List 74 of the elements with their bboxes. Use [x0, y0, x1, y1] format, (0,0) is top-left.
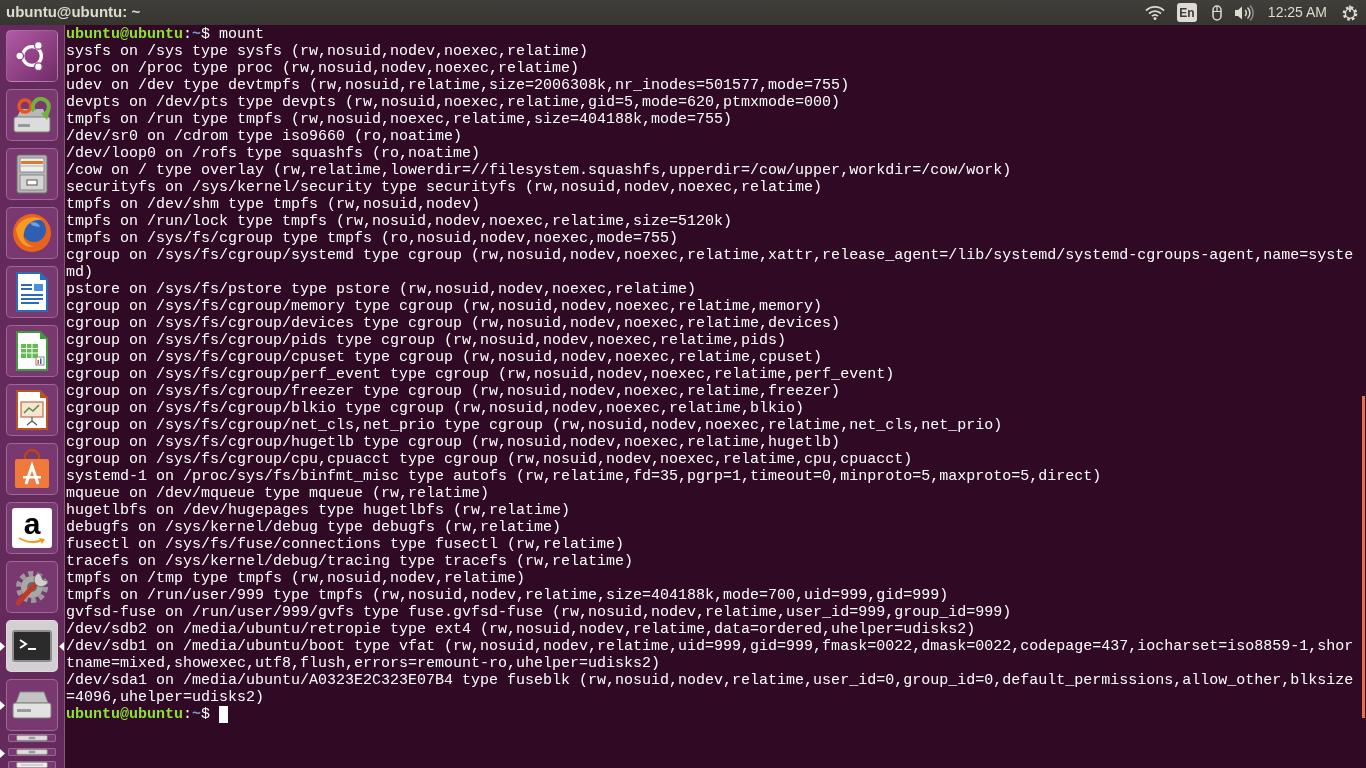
output-line: tracefs on /sys/kernel/debug/tracing type tracefs (rw,relatime)	[66, 553, 634, 570]
output-line: securityfs on /sys/kernel/security type securityfs (rw,nosuid,nodev,noexec,relatime)	[66, 179, 823, 196]
output-line: tmpfs on /dev/shm type tmpfs (rw,nosuid,nodev)	[66, 196, 481, 213]
keyboard-layout-indicator[interactable]: En	[1176, 3, 1197, 22]
smile-arrow-icon	[18, 537, 46, 545]
output-line: cgroup on /sys/fs/cgroup/blkio type cgroup (rw,nosuid,nodev,noexec,relatime,blkio)	[66, 400, 805, 417]
output-line: tmpfs on /run type tmpfs (rw,nosuid,noexec,relatime,size=404188k,mode=755)	[66, 111, 733, 128]
launcher-button[interactable]	[6, 89, 58, 141]
hard-drive-icon	[12, 691, 52, 719]
output-line: /dev/sdb1 on /media/ubuntu/boot type vfat (rw,nosuid,nodev,relatime,uid=999,gid=999,fmask=0022,dmask=0022,codepage=437,iocharset=iso8859-1,shortname=mixed,showexec,utf8,flush,errors=remount-ro,uhelper=udisks2)	[66, 638, 1354, 672]
output-line: tmpfs on /run/lock type tmpfs (rw,nosuid,nodev,noexec,relatime,size=5120k)	[66, 213, 733, 230]
command-text: mount	[219, 26, 265, 43]
output-line: tmpfs on /tmp type tmpfs (rw,nosuid,nodev,relatime)	[66, 570, 526, 587]
document-icon	[16, 272, 48, 312]
globe-icon	[12, 213, 52, 253]
output-line: tmpfs on /sys/fs/cgroup type tmpfs (ro,nosuid,nodev,noexec,mode=755)	[66, 230, 679, 247]
output-line: gvfsd-fuse on /run/user/999/gvfs type fuse.gvfsd-fuse (rw,nosuid,nodev,relatime,user_id=999,group_id=999)	[66, 604, 1012, 621]
output-line: proc on /proc type proc (rw,nosuid,nodev,noexec,relatime)	[66, 60, 580, 77]
output-line: /dev/sda1 on /media/ubuntu/A0323E2C323E07B4 type fuseblk (rw,nosuid,nodev,relatime,user_id=0,group_id=0,default_permissions,allow_other,blksize=4096,uhelper=udisks2)	[66, 672, 1354, 706]
mouse-icon[interactable]	[1211, 4, 1222, 21]
launcher-button[interactable]	[6, 148, 58, 200]
launcher-button[interactable]	[8, 734, 56, 742]
wifi-icon[interactable]	[1144, 5, 1165, 20]
output-line: /dev/sr0 on /cdrom type iso9660 (ro,noatime)	[66, 128, 463, 145]
launcher-button[interactable]: a	[6, 502, 58, 554]
trash-icon	[16, 762, 48, 768]
shopping-bag-icon	[14, 449, 50, 489]
output-line: cgroup on /sys/fs/cgroup/perf_event type cgroup (rw,nosuid,nodev,noexec,relatime,perf_event)	[66, 366, 895, 383]
drive-arrow-icon	[12, 97, 52, 133]
output-line: cgroup on /sys/fs/cgroup/cpuset type cgroup (rw,nosuid,nodev,noexec,relatime,cpuset)	[66, 349, 823, 366]
shell-prompt: ubuntu@ubuntu:~$	[66, 706, 211, 723]
usb-drive-icon	[16, 748, 48, 755]
spreadsheet-icon	[16, 331, 48, 371]
launcher-button[interactable]	[8, 747, 56, 756]
launcher-button[interactable]	[6, 443, 58, 495]
output-line: /dev/sdb2 on /media/ubuntu/retropie type ext4 (rw,nosuid,nodev,relatime,data=ordered,uhelper=udisks2)	[66, 621, 976, 638]
launcher-button[interactable]	[6, 620, 58, 672]
output-line: cgroup on /sys/fs/cgroup/pids type cgroup (rw,nosuid,nodev,noexec,relatime,pids)	[66, 332, 787, 349]
output-line: cgroup on /sys/fs/cgroup/memory type cgroup (rw,nosuid,nodev,noexec,relatime,memory)	[66, 298, 823, 315]
presentation-icon	[16, 390, 48, 430]
terminal-icon	[12, 630, 52, 662]
output-line: pstore on /sys/fs/pstore type pstore (rw,nosuid,nodev,noexec,relatime)	[66, 281, 697, 298]
output-line: systemd-1 on /proc/sys/fs/binfmt_misc type autofs (rw,relatime,fd=35,pgrp=1,timeout=0,minproto=5,maxproto=5,direct)	[66, 468, 1102, 485]
window-title: ubuntu@ubuntu: ~	[5, 2, 141, 23]
clock-text[interactable]: 12:25 AM	[1267, 2, 1327, 23]
output-line: cgroup on /sys/fs/cgroup/hugetlb type cgroup (rw,nosuid,nodev,noexec,relatime,hugetlb)	[66, 434, 841, 451]
launcher-button[interactable]	[6, 30, 58, 82]
scrollbar-thumb[interactable]	[1362, 396, 1365, 718]
output-line: tmpfs on /run/user/999 type tmpfs (rw,nosuid,nodev,relatime,size=404188k,mode=700,uid=999,gid=999)	[66, 587, 949, 604]
output-line: cgroup on /sys/fs/cgroup/systemd type cgroup (rw,nosuid,nodev,noexec,relatime,xattr,release_agent=/lib/systemd/systemd-cgroups-agent,name=systemd)	[66, 247, 1354, 281]
output-line: /dev/loop0 on /rofs type squashfs (ro,noatime)	[66, 145, 481, 162]
launcher-button[interactable]	[6, 679, 58, 731]
output-line: hugetlbfs on /dev/hugepages type hugetlbfs (rw,relatime)	[66, 502, 571, 519]
output-line: /cow on / type overlay (rw,relatime,lowerdir=//filesystem.squashfs,upperdir=/cow/upper,workdir=/cow/work)	[66, 162, 1012, 179]
output-line: cgroup on /sys/fs/cgroup/net_cls,net_prio type cgroup (rw,nosuid,nodev,noexec,relatime,net_cls,net_prio)	[66, 417, 1003, 434]
launcher-button[interactable]	[6, 561, 58, 613]
output-line: cgroup on /sys/fs/cgroup/freezer type cgroup (rw,nosuid,nodev,noexec,relatime,freezer)	[66, 383, 841, 400]
shell-prompt: ubuntu@ubuntu:~$	[66, 26, 211, 43]
output-line: devpts on /dev/pts type devpts (rw,nosuid,noexec,relatime,gid=5,mode=620,ptmxmode=000)	[66, 94, 841, 111]
filing-cabinet-icon	[16, 154, 48, 194]
output-line: cgroup on /sys/fs/cgroup/devices type cgroup (rw,nosuid,nodev,noexec,relatime,devices)	[66, 315, 841, 332]
launcher-button[interactable]	[8, 761, 56, 768]
output-line: sysfs on /sys type sysfs (rw,nosuid,nodev,noexec,relatime)	[66, 43, 589, 60]
output-line: mqueue on /dev/mqueue type mqueue (rw,relatime)	[66, 485, 490, 502]
usb-drive-icon	[16, 735, 48, 741]
launcher-button[interactable]	[6, 266, 58, 318]
power-gear-icon[interactable]	[1342, 4, 1358, 21]
launcher-button[interactable]	[6, 325, 58, 377]
output-line: cgroup on /sys/fs/cgroup/cpu,cpuacct type cgroup (rw,nosuid,nodev,noexec,relatime,cpu,cpuacct)	[66, 451, 913, 468]
output-line: udev on /dev type devtmpfs (rw,nosuid,relatime,size=2006308k,nr_inodes=501577,mode=755)	[66, 77, 850, 94]
launcher-button[interactable]	[6, 384, 58, 436]
output-line: fusectl on /sys/fs/fuse/connections type fusectl (rw,relatime)	[66, 536, 625, 553]
output-line: debugfs on /sys/kernel/debug type debugfs (rw,relatime)	[66, 519, 562, 536]
volume-icon[interactable]	[1234, 4, 1254, 21]
